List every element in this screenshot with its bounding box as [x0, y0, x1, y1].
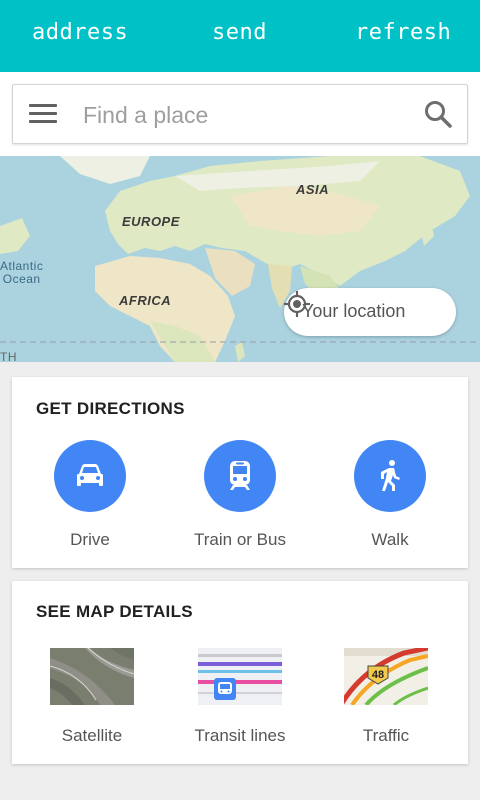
walk-circle — [354, 440, 426, 512]
map-label-edge: TH — [0, 350, 17, 362]
map-label-africa: AFRICA — [119, 293, 172, 308]
train-or-bus-label: Train or Bus — [194, 530, 286, 549]
walk-label: Walk — [371, 530, 409, 549]
traffic-route-badge: 48 — [372, 669, 384, 681]
address-button[interactable]: address — [32, 20, 128, 45]
drive-label: Drive — [70, 530, 110, 549]
my-location-icon[interactable] — [283, 290, 311, 318]
transit-lines-option[interactable]: Transit lines — [165, 648, 315, 758]
top-toolbar: address send refresh — [0, 0, 480, 72]
walk-icon — [381, 460, 400, 491]
traffic-label: Traffic — [362, 726, 410, 745]
map-label-europe: EUROPE — [122, 214, 180, 229]
train-circle — [204, 440, 276, 512]
map-label-atlantic-ocean: Atlantic Ocean — [0, 259, 44, 286]
send-button[interactable]: send — [212, 20, 267, 45]
traffic-thumbnail: 48 — [344, 648, 428, 705]
map-label-asia: ASIA — [296, 182, 330, 197]
map-details-card: SEE MAP DETAILS Satellite Transit lines … — [12, 581, 468, 764]
train-icon — [230, 461, 250, 490]
transit-thumbnail — [198, 648, 282, 705]
satellite-label: Satellite — [61, 726, 123, 745]
directions-card: GET DIRECTIONS Drive Train or Bus Walk — [12, 377, 468, 568]
transit-lines-label: Transit lines — [194, 726, 286, 745]
drive-circle — [54, 440, 126, 512]
satellite-thumbnail — [50, 648, 134, 705]
directions-title: GET DIRECTIONS — [36, 399, 185, 418]
hamburger-menu-icon[interactable] — [29, 104, 57, 124]
world-map[interactable]: ASIA EUROPE AFRICA Atlantic Ocean TH You… — [0, 156, 480, 362]
search-box — [12, 84, 468, 144]
map-details-title: SEE MAP DETAILS — [36, 602, 193, 621]
search-icon[interactable] — [423, 99, 453, 129]
walk-button[interactable]: Walk — [315, 440, 465, 558]
your-location-label: Your location — [302, 301, 406, 321]
drive-button[interactable]: Drive — [15, 440, 165, 558]
satellite-option[interactable]: Satellite — [17, 648, 167, 758]
car-icon — [77, 464, 103, 486]
refresh-button[interactable]: refresh — [355, 20, 451, 45]
search-input[interactable] — [83, 95, 403, 135]
search-bar-area — [0, 72, 480, 156]
traffic-option[interactable]: 48 Traffic — [311, 648, 461, 758]
train-or-bus-button[interactable]: Train or Bus — [165, 440, 315, 558]
